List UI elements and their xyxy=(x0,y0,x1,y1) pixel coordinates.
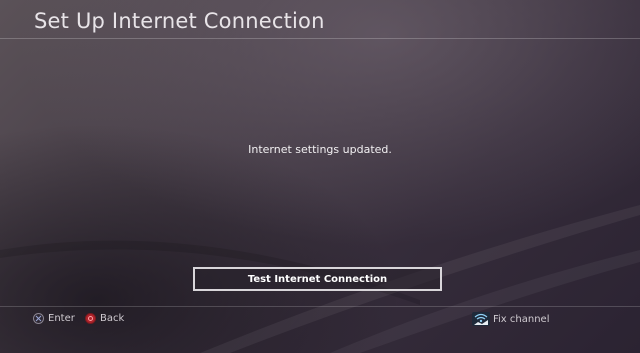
page-title: Set Up Internet Connection xyxy=(34,9,325,33)
wifi-antenna-icon xyxy=(472,312,490,326)
status-message: Internet settings updated. xyxy=(248,143,392,156)
back-label: Back xyxy=(100,313,125,324)
fix-channel-hint[interactable]: Fix channel xyxy=(472,312,549,326)
test-internet-connection-button[interactable]: Test Internet Connection xyxy=(193,267,442,291)
fix-channel-label: Fix channel xyxy=(493,313,550,325)
enter-label: Enter xyxy=(48,313,75,324)
footer-divider xyxy=(0,306,640,307)
back-hint[interactable]: Back xyxy=(85,313,124,324)
title-divider xyxy=(0,38,640,39)
test-internet-connection-label: Test Internet Connection xyxy=(247,273,388,285)
enter-hint[interactable]: Enter xyxy=(33,313,75,324)
circle-button-icon xyxy=(85,313,96,324)
background-waves xyxy=(0,205,640,353)
cross-button-icon xyxy=(33,313,44,324)
